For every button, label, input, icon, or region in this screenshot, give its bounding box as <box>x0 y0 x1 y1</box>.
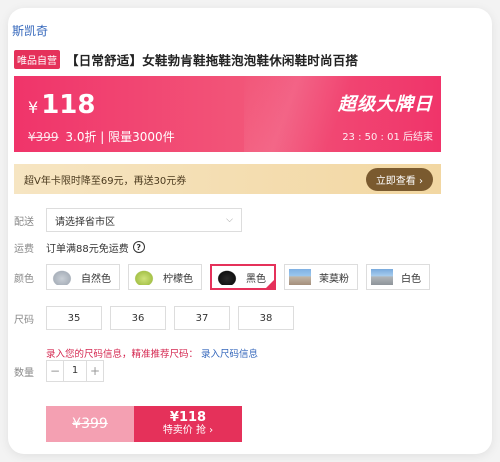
delivery-row: 配送 请选择省市区 ⌵ <box>14 208 242 232</box>
quantity-stepper: − 1 + <box>46 360 104 382</box>
size-label: 尺码 <box>14 314 34 326</box>
currency-symbol: ¥ <box>28 98 39 117</box>
quantity-row: 数量 − 1 + <box>14 360 104 382</box>
view-now-button[interactable]: 立即查看 › <box>365 167 433 191</box>
enter-size-link[interactable]: 录入尺码信息 <box>201 349 258 360</box>
quantity-label: 数量 <box>14 367 34 379</box>
size-row: 尺码 35 36 37 38 <box>14 306 294 330</box>
color-option-black[interactable]: 黑色 <box>210 264 276 290</box>
color-options: 自然色 柠檬色 黑色 茉莫粉 白色 <box>46 264 430 290</box>
buy-now-button[interactable]: ¥118 特卖价 抢 › <box>134 406 242 442</box>
shoe-thumbnail <box>133 269 155 285</box>
countdown-timer: 23 : 50 : 01 后结束 <box>342 132 433 143</box>
size-hint: 录入您的尺码信息，精准推荐尺码： 录入尺码信息 <box>46 346 258 360</box>
color-row: 颜色 自然色 柠檬色 黑色 茉莫粉 白色 <box>14 264 430 290</box>
original-price-button[interactable]: ¥399 <box>46 406 134 442</box>
vip-self-badge: 唯品自营 <box>14 50 60 69</box>
size-option-37[interactable]: 37 <box>174 306 230 330</box>
buy-price: ¥118 <box>169 410 207 425</box>
color-option-white[interactable]: 白色 <box>366 264 430 290</box>
shipping-label: 运费 <box>14 243 34 255</box>
color-option-natural[interactable]: 自然色 <box>46 264 120 290</box>
original-price: ¥399 <box>28 130 59 144</box>
limit-text: | 限量3000件 <box>100 130 175 144</box>
region-select-placeholder: 请选择省市区 <box>55 216 115 228</box>
photo-thumbnail <box>371 269 393 285</box>
help-icon[interactable]: ? <box>132 241 145 253</box>
price-banner: ¥ 118 ¥399 3.0折 | 限量3000件 超级大牌日 23 : 50 … <box>14 76 441 152</box>
chevron-down-icon: ⌵ <box>226 215 233 225</box>
super-brand-day-label: 超级大牌日 <box>338 94 433 115</box>
color-option-label: 柠檬色 <box>163 273 193 285</box>
shoe-thumbnail <box>216 269 238 285</box>
price-sub: ¥399 3.0折 | 限量3000件 <box>28 128 175 145</box>
region-select[interactable]: 请选择省市区 ⌵ <box>46 208 242 232</box>
selected-check-icon <box>265 279 275 289</box>
discount-text: 3.0折 <box>65 130 97 144</box>
size-option-36[interactable]: 36 <box>110 306 166 330</box>
current-price: ¥ 118 <box>28 90 95 120</box>
shoe-thumbnail <box>51 269 73 285</box>
shipping-text: 订单满88元免运费 <box>46 243 129 255</box>
color-option-label: 白色 <box>401 273 421 285</box>
increment-button[interactable]: + <box>87 364 103 378</box>
shipping-row: 运费 订单满88元免运费 ? <box>14 239 145 255</box>
quantity-input[interactable]: 1 <box>63 361 87 381</box>
price-value: 118 <box>41 90 96 120</box>
color-option-label: 黑色 <box>246 273 266 285</box>
photo-thumbnail <box>289 269 311 285</box>
size-option-38[interactable]: 38 <box>238 306 294 330</box>
color-label: 颜色 <box>14 273 34 285</box>
color-option-pink[interactable]: 茉莫粉 <box>284 264 358 290</box>
product-card: 斯凯奇 唯品自营 【日常舒适】女鞋勃肯鞋拖鞋泡泡鞋休闲鞋时尚百搭 ¥ 118 ¥… <box>8 8 492 454</box>
size-option-35[interactable]: 35 <box>46 306 102 330</box>
size-options: 35 36 37 38 <box>46 306 294 330</box>
color-option-lemon[interactable]: 柠檬色 <box>128 264 202 290</box>
buy-action-label: 特卖价 抢 › <box>162 425 214 436</box>
color-option-label: 自然色 <box>81 273 111 285</box>
vip-offer-text: 超V年卡限时降至69元，再送30元券 <box>24 175 187 187</box>
decrement-button[interactable]: − <box>47 364 63 378</box>
buy-bar: ¥399 ¥118 特卖价 抢 › <box>46 406 242 442</box>
color-option-label: 茉莫粉 <box>319 273 349 285</box>
vip-offer-bar[interactable]: 超V年卡限时降至69元，再送30元券 立即查看 › <box>14 164 441 194</box>
size-hint-text: 录入您的尺码信息，精准推荐尺码： <box>46 349 199 360</box>
product-title: 【日常舒适】女鞋勃肯鞋拖鞋泡泡鞋休闲鞋时尚百搭 <box>66 53 359 68</box>
delivery-label: 配送 <box>14 216 34 228</box>
brand-link[interactable]: 斯凯奇 <box>12 22 48 39</box>
title-row: 唯品自营 【日常舒适】女鞋勃肯鞋拖鞋泡泡鞋休闲鞋时尚百搭 <box>14 50 358 69</box>
